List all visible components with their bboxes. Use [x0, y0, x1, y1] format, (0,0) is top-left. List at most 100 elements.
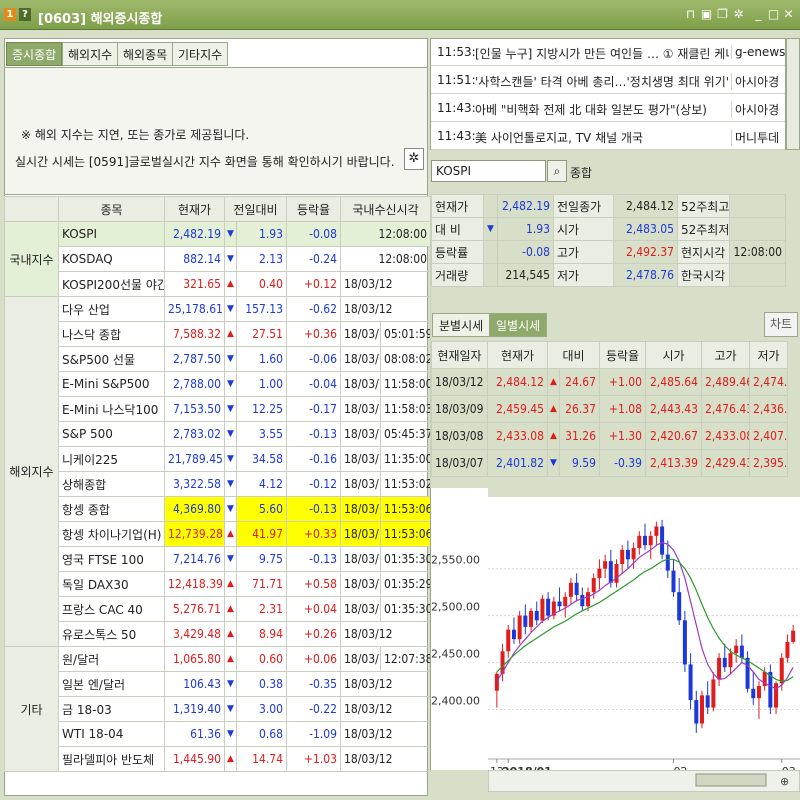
instrument-name[interactable]: 나스닥 종합	[58, 321, 165, 347]
market-row[interactable]: 항셍 차이나기업(H)12,739.28▲41.97+0.3318/03/131…	[5, 521, 432, 547]
instrument-rate: +0.36	[286, 321, 342, 347]
instrument-name[interactable]: 상해종합	[58, 471, 165, 497]
tab-minute-quotes[interactable]: 분별시세	[432, 313, 491, 337]
instrument-name[interactable]: 필라델피아 반도체	[58, 746, 165, 772]
tab-daily-quotes[interactable]: 일별시세	[489, 313, 548, 337]
header-name[interactable]: 종목	[58, 196, 165, 222]
daily-row[interactable]: 18/03/08 2,433.08 ▲ 31.26 +1.30 2,420.67 2,433…	[431, 422, 788, 450]
daily-rate: +1.00	[599, 368, 646, 396]
news-title[interactable]: [인물 누구] 지방시가 만든 여인들 … ① 재클린 케네	[475, 45, 729, 62]
news-item[interactable]: 11:43: 美 사이언톨로지교, TV 채널 개국 머니투데	[431, 123, 785, 150]
minimize-icon[interactable]: _	[752, 8, 765, 21]
market-row[interactable]: KOSPI200선물 야간 321.65 ▲ 0.40 +0.12 18/03/12	[5, 271, 432, 297]
category-label: 기타	[4, 646, 59, 772]
instrument-name[interactable]: 영국 FTSE 100	[58, 546, 165, 572]
market-row[interactable]: 나스닥 종합7,588.32▲27.51+0.3618/03/1305:01:5…	[5, 321, 432, 347]
symbol-search-input[interactable]: KOSPI	[431, 160, 546, 182]
news-item[interactable]: 11:43: 아베 "비핵화 전제 北 대화 일본도 평가"(상보) 아시아경	[431, 95, 785, 122]
header-change[interactable]: 전일대비	[223, 196, 288, 222]
instrument-name[interactable]: 원/달러	[58, 646, 165, 672]
instrument-price: 1,319.40	[164, 696, 225, 722]
candle-body	[523, 615, 528, 627]
instrument-name[interactable]: 프랑스 CAC 40	[58, 596, 165, 622]
chart-scrollbar[interactable]: ⊕	[488, 770, 800, 792]
market-row[interactable]: E-Mini 나스닥1007,153.50▼12.25-0.1718/03/13…	[5, 396, 432, 422]
news-item[interactable]: 11:51: '사학스캔들' 타격 아베 총리…'정치생명 최대 위기' 아시아경	[431, 67, 785, 94]
price-chart[interactable]: 122018/010203	[488, 488, 800, 788]
market-row[interactable]: 영국 FTSE 1007,214.76▼9.75-0.1318/03/1301:…	[5, 546, 432, 572]
gear-icon[interactable]: ✲	[732, 8, 745, 21]
header-time[interactable]: 국내수신시각	[340, 196, 432, 222]
market-row[interactable]: E-Mini S&P5002,788.00▼1.00-0.0418/03/131…	[5, 371, 432, 397]
market-row[interactable]: WTI 18-04 61.36 ▼ 0.68 -1.09 18/03/12	[5, 721, 432, 747]
settings-gear-icon[interactable]: ✲	[404, 148, 424, 170]
header-rate[interactable]: 등락율	[286, 196, 342, 222]
copy-icon[interactable]: ❐	[716, 8, 729, 21]
market-row[interactable]: 니케이22521,789.45▼34.58-0.1618/03/1311:35:…	[5, 446, 432, 472]
chart-button[interactable]: 차트	[764, 312, 798, 337]
instrument-name[interactable]: S&P500 선물	[58, 346, 165, 372]
news-scrollbar[interactable]	[786, 38, 800, 150]
news-title[interactable]: 아베 "비핵화 전제 北 대화 일본도 평가"(상보)	[475, 101, 729, 118]
market-row[interactable]: S&P 5002,783.02▼3.55-0.1318/03/1305:45:3…	[5, 421, 432, 447]
daily-row[interactable]: 18/03/07 2,401.82 ▼ 9.59 -0.39 2,413.39 2,429.…	[431, 449, 788, 477]
search-icon[interactable]: ⌕	[547, 160, 567, 182]
instrument-name[interactable]: 일본 엔/달러	[58, 671, 165, 697]
market-row[interactable]: KOSDAQ 882.14 ▼ 2.13 -0.24 12:08:00	[5, 246, 432, 272]
info-label: 현지시각	[677, 240, 730, 264]
quote-info-row: 현재가 2,482.19 전일종가 2,484.12 52주최고	[431, 194, 786, 218]
market-row[interactable]: 상해종합3,322.58▼4.12-0.1218/03/1311:53:02	[5, 471, 432, 497]
market-row[interactable]: 필라델피아 반도체 1,445.90 ▲ 14.74 +1.03 18/03/12	[5, 746, 432, 772]
market-row[interactable]: 항셍 종합4,369.80▼5.60-0.1318/03/1311:53:06	[5, 496, 432, 522]
market-row[interactable]: 국내지수 KOSPI 2,482.19 ▼ 1.93 -0.08 12:08:00	[4, 221, 432, 297]
instrument-change: 12.25	[235, 396, 288, 422]
market-row[interactable]: 일본 엔/달러 106.43 ▼ 0.38 -0.35 18/03/12	[5, 671, 432, 697]
market-row[interactable]: 기타원/달러1,065.80▲0.60+0.0618/03/1312:07:38	[4, 646, 432, 772]
instrument-change: 4.12	[235, 471, 288, 497]
news-time: 11:53:	[437, 45, 476, 59]
market-row[interactable]: 독일 DAX3012,418.39▲71.71+0.5818/03/1301:3…	[5, 571, 432, 597]
change-direction-icon: ▲	[224, 521, 237, 547]
instrument-name[interactable]: 독일 DAX30	[58, 571, 165, 597]
tab-market-summary[interactable]: 증시종합	[6, 42, 63, 66]
instrument-name[interactable]: KOSDAQ	[58, 246, 165, 272]
instrument-name[interactable]: 금 18-03	[58, 696, 165, 722]
daily-row[interactable]: 18/03/12 2,484.12 ▲ 24.67 +1.00 2,485.64 2,489…	[431, 368, 788, 396]
daily-rate: +1.08	[599, 395, 646, 423]
news-title[interactable]: '사학스캔들' 타격 아베 총리…'정치생명 최대 위기'	[475, 73, 729, 90]
instrument-price: 5,276.71	[164, 596, 225, 622]
instrument-name[interactable]: 유로스톡스 50	[58, 621, 165, 647]
receive-time: 11:58:00	[380, 371, 432, 397]
tab-overseas-stock[interactable]: 해외종목	[117, 42, 174, 66]
market-row[interactable]: 프랑스 CAC 405,276.71▲2.31+0.0418/03/1301:3…	[5, 596, 432, 622]
pin-icon[interactable]: ⊓	[684, 8, 697, 21]
instrument-name[interactable]: 다우 산업	[58, 296, 165, 322]
instrument-price: 4,369.80	[164, 496, 225, 522]
tab-other-index[interactable]: 기타지수	[172, 42, 229, 66]
market-row[interactable]: 유로스톡스 50 3,429.48 ▲ 8.94 +0.26 18/03/12	[5, 621, 432, 647]
instrument-name[interactable]: E-Mini S&P500	[58, 371, 165, 397]
instrument-name[interactable]: E-Mini 나스닥100	[58, 396, 165, 422]
instrument-name[interactable]: WTI 18-04	[58, 721, 165, 747]
instrument-name[interactable]: 항셍 차이나기업(H)	[58, 521, 165, 547]
market-row[interactable]: 해외지수 다우 산업 25,178.61 ▼ 157.13 -0.62 18/03/12	[4, 296, 432, 647]
instrument-name[interactable]: KOSPI	[58, 221, 165, 247]
help-badge[interactable]: ?	[19, 8, 31, 21]
market-row[interactable]: 금 18-03 1,319.40 ▼ 3.00 -0.22 18/03/12	[5, 696, 432, 722]
instrument-name[interactable]: 항셍 종합	[58, 496, 165, 522]
instrument-name[interactable]: 니케이225	[58, 446, 165, 472]
screen-number-badge[interactable]: 1	[4, 8, 16, 21]
close-icon[interactable]: ✕	[782, 8, 795, 21]
save-icon[interactable]: ▣	[700, 8, 713, 21]
instrument-name[interactable]: KOSPI200선물 야간	[58, 271, 165, 297]
tab-overseas-index[interactable]: 해외지수	[62, 42, 119, 66]
news-item[interactable]: 11:53: [인물 누구] 지방시가 만든 여인들 … ① 재클린 케네 g-en…	[431, 39, 785, 66]
news-title[interactable]: 美 사이언톨로지교, TV 채널 개국	[475, 129, 729, 146]
market-row[interactable]: S&P500 선물2,787.50▼1.60-0.0618/03/1308:08…	[5, 346, 432, 372]
zoom-icon[interactable]: ⊕	[780, 775, 789, 788]
daily-row[interactable]: 18/03/09 2,459.45 ▲ 26.37 +1.08 2,443.43 2,476…	[431, 395, 788, 423]
instrument-name[interactable]: S&P 500	[58, 421, 165, 447]
chart-scroll-thumb[interactable]	[695, 773, 767, 787]
maximize-icon[interactable]: □	[767, 8, 780, 21]
header-price[interactable]: 현재가	[164, 196, 225, 222]
